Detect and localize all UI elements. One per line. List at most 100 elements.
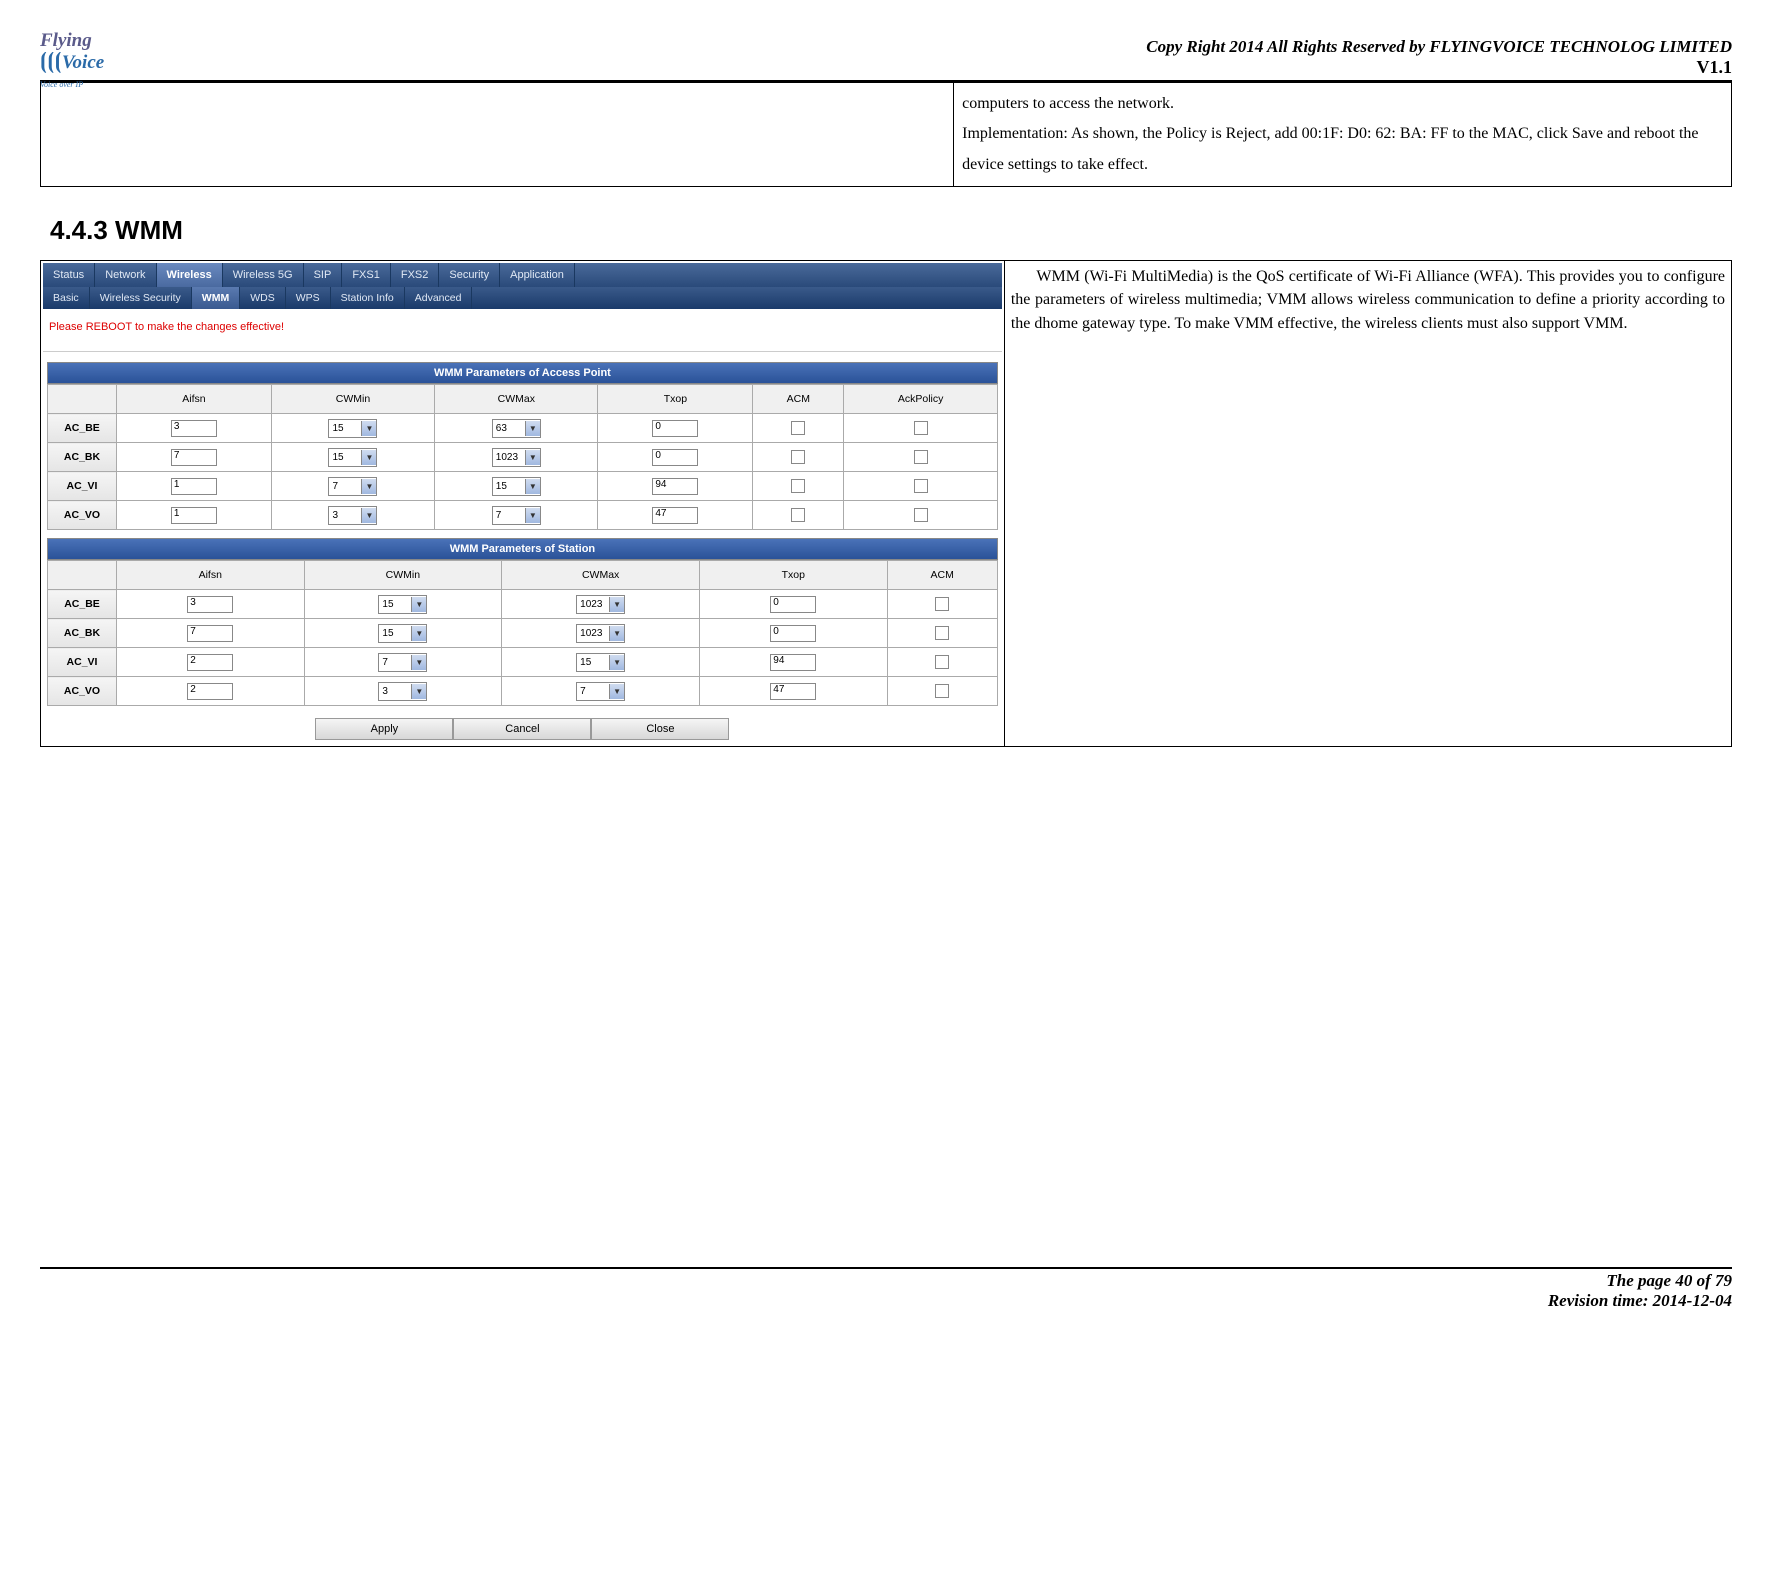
ap-title: WMM Parameters of Access Point bbox=[47, 362, 998, 384]
ap-r2-aifsn-input[interactable]: 1 bbox=[171, 478, 217, 495]
ap-r0-ackpolicy-checkbox[interactable] bbox=[914, 421, 928, 435]
copyright-text: Copy Right 2014 All Rights Reserved by F… bbox=[1146, 37, 1732, 57]
ap-r0-cwmin-select[interactable]: 15▼ bbox=[328, 419, 377, 438]
sta-r2-cwmin-select[interactable]: 7▼ bbox=[378, 653, 427, 672]
tab-application[interactable]: Application bbox=[500, 263, 575, 287]
ap-r1-name: AC_BK bbox=[48, 443, 117, 472]
tab-sip[interactable]: SIP bbox=[304, 263, 343, 287]
sta-row-acbe: AC_BE 3 15▼ 1023▼ 0 bbox=[48, 590, 998, 619]
subtab-advanced[interactable]: Advanced bbox=[405, 287, 473, 309]
ap-r1-ackpolicy-checkbox[interactable] bbox=[914, 450, 928, 464]
ap-r2-ackpolicy-checkbox[interactable] bbox=[914, 479, 928, 493]
subtab-wireless-security[interactable]: Wireless Security bbox=[90, 287, 192, 309]
tab-wireless[interactable]: Wireless bbox=[157, 263, 223, 287]
ap-r3-ackpolicy-checkbox[interactable] bbox=[914, 508, 928, 522]
section-heading: 4.4.3 WMM bbox=[50, 215, 1732, 246]
cancel-button[interactable]: Cancel bbox=[453, 718, 591, 740]
sta-r1-txop-input[interactable]: 0 bbox=[770, 625, 816, 642]
footer-revision: Revision time: 2014-12-04 bbox=[40, 1291, 1732, 1311]
ap-r3-cwmin-select[interactable]: 3▼ bbox=[328, 506, 377, 525]
sta-r2-name: AC_VI bbox=[48, 648, 117, 677]
sta-h4: Txop bbox=[700, 561, 888, 590]
ap-r1-cwmax-select[interactable]: 1023▼ bbox=[492, 448, 541, 467]
ap-r0-acm-checkbox[interactable] bbox=[791, 421, 805, 435]
sta-r2-aifsn-input[interactable]: 2 bbox=[187, 654, 233, 671]
sta-r3-cwmin-select[interactable]: 3▼ bbox=[378, 682, 427, 701]
apply-button[interactable]: Apply bbox=[315, 718, 453, 740]
tab-status[interactable]: Status bbox=[43, 263, 95, 287]
ap-r2-cwmin-select[interactable]: 7▼ bbox=[328, 477, 377, 496]
sta-r0-aifsn-input[interactable]: 3 bbox=[187, 596, 233, 613]
tab-fxs1[interactable]: FXS1 bbox=[342, 263, 391, 287]
main-tabs: Status Network Wireless Wireless 5G SIP … bbox=[43, 263, 1002, 287]
ap-r1-txop-input[interactable]: 0 bbox=[652, 449, 698, 466]
sta-r0-cwmin-select[interactable]: 15▼ bbox=[378, 595, 427, 614]
ap-r3-acm-checkbox[interactable] bbox=[791, 508, 805, 522]
ap-r3-txop-input[interactable]: 47 bbox=[652, 507, 698, 524]
sta-r1-name: AC_BK bbox=[48, 619, 117, 648]
chevron-down-icon: ▼ bbox=[609, 655, 624, 670]
sta-r0-txop-input[interactable]: 0 bbox=[770, 596, 816, 613]
chevron-down-icon: ▼ bbox=[361, 450, 376, 465]
sta-r0-name: AC_BE bbox=[48, 590, 117, 619]
ap-r0-cwmax-select[interactable]: 63▼ bbox=[492, 419, 541, 438]
subtab-wps[interactable]: WPS bbox=[286, 287, 331, 309]
sta-r3-acm-checkbox[interactable] bbox=[935, 684, 949, 698]
sta-r3-cwmax-select[interactable]: 7▼ bbox=[576, 682, 625, 701]
version-text: V1.1 bbox=[1146, 57, 1732, 78]
ap-r1-acm-checkbox[interactable] bbox=[791, 450, 805, 464]
ap-r0-aifsn-input[interactable]: 3 bbox=[171, 420, 217, 437]
sta-table: Aifsn CWMin CWMax Txop ACM AC_BE 3 15▼ 1… bbox=[47, 560, 998, 706]
sta-row-acbk: AC_BK 7 15▼ 1023▼ 0 bbox=[48, 619, 998, 648]
sta-r1-acm-checkbox[interactable] bbox=[935, 626, 949, 640]
tab-network[interactable]: Network bbox=[95, 263, 156, 287]
header-right: Copy Right 2014 All Rights Reserved by F… bbox=[1146, 37, 1732, 78]
page-header: Flying ⦗⦗⦗Voice Voice over IP Copy Right… bbox=[40, 30, 1732, 82]
chevron-down-icon: ▼ bbox=[609, 626, 624, 641]
description-table-top: computers to access the network. Impleme… bbox=[40, 82, 1732, 187]
sta-r3-name: AC_VO bbox=[48, 677, 117, 706]
ap-r0-name: AC_BE bbox=[48, 414, 117, 443]
subtab-wmm[interactable]: WMM bbox=[192, 287, 240, 309]
ap-r2-acm-checkbox[interactable] bbox=[791, 479, 805, 493]
close-button[interactable]: Close bbox=[591, 718, 729, 740]
ap-r1-aifsn-input[interactable]: 7 bbox=[171, 449, 217, 466]
chevron-down-icon: ▼ bbox=[525, 479, 540, 494]
ap-h3: CWMax bbox=[435, 385, 598, 414]
ap-r2-name: AC_VI bbox=[48, 472, 117, 501]
tab-security[interactable]: Security bbox=[439, 263, 500, 287]
sta-r1-cwmax-select[interactable]: 1023▼ bbox=[576, 624, 625, 643]
tab-fxs2[interactable]: FXS2 bbox=[391, 263, 440, 287]
ap-table: Aifsn CWMin CWMax Txop ACM AckPolicy AC_… bbox=[47, 384, 998, 530]
sta-h1: Aifsn bbox=[117, 561, 305, 590]
chevron-down-icon: ▼ bbox=[609, 684, 624, 699]
desc-left-empty bbox=[41, 83, 954, 187]
ap-r2-txop-input[interactable]: 94 bbox=[652, 478, 698, 495]
ap-r1-cwmin-select[interactable]: 15▼ bbox=[328, 448, 377, 467]
ap-r3-cwmax-select[interactable]: 7▼ bbox=[492, 506, 541, 525]
ap-r2-cwmax-select[interactable]: 15▼ bbox=[492, 477, 541, 496]
ap-r3-aifsn-input[interactable]: 1 bbox=[171, 507, 217, 524]
sta-r2-txop-input[interactable]: 94 bbox=[770, 654, 816, 671]
sta-r2-cwmax-select[interactable]: 15▼ bbox=[576, 653, 625, 672]
ap-h5: ACM bbox=[753, 385, 844, 414]
subtab-wds[interactable]: WDS bbox=[240, 287, 286, 309]
ap-r0-txop-input[interactable]: 0 bbox=[652, 420, 698, 437]
chevron-down-icon: ▼ bbox=[361, 479, 376, 494]
subtab-basic[interactable]: Basic bbox=[43, 287, 90, 309]
sta-r0-acm-checkbox[interactable] bbox=[935, 597, 949, 611]
sta-h3: CWMax bbox=[502, 561, 700, 590]
sta-header-row: Aifsn CWMin CWMax Txop ACM bbox=[48, 561, 998, 590]
sta-r1-cwmin-select[interactable]: 15▼ bbox=[378, 624, 427, 643]
subtab-station-info[interactable]: Station Info bbox=[331, 287, 405, 309]
desc-right-cell: computers to access the network. Impleme… bbox=[954, 83, 1732, 187]
sta-r0-cwmax-select[interactable]: 1023▼ bbox=[576, 595, 625, 614]
sta-r2-acm-checkbox[interactable] bbox=[935, 655, 949, 669]
sta-r3-txop-input[interactable]: 47 bbox=[770, 683, 816, 700]
sub-tabs: Basic Wireless Security WMM WDS WPS Stat… bbox=[43, 287, 1002, 309]
sta-r1-aifsn-input[interactable]: 7 bbox=[187, 625, 233, 642]
tab-wireless5g[interactable]: Wireless 5G bbox=[223, 263, 304, 287]
ap-h4: Txop bbox=[598, 385, 753, 414]
wmm-description-cell: WMM (Wi-Fi MultiMedia) is the QoS certif… bbox=[1004, 261, 1731, 747]
sta-r3-aifsn-input[interactable]: 2 bbox=[187, 683, 233, 700]
